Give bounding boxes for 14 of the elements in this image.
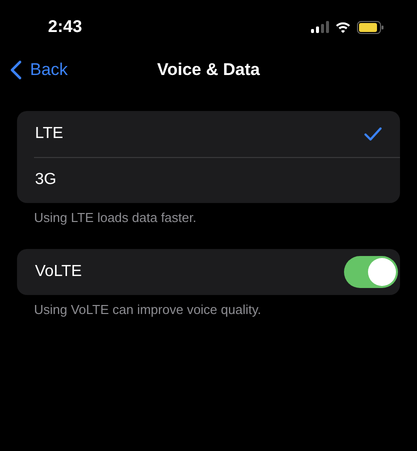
- status-time: 2:43: [48, 17, 82, 37]
- screen-title: Voice & Data: [157, 60, 260, 80]
- network-option[interactable]: 3G: [17, 157, 400, 203]
- battery-icon: [357, 20, 384, 34]
- volte-label: VoLTE: [35, 263, 82, 281]
- back-button[interactable]: Back: [0, 60, 68, 80]
- footer-note: Using VoLTE can improve voice quality.: [34, 302, 262, 317]
- network-option[interactable]: LTE: [17, 111, 400, 157]
- checkmark-icon: [364, 127, 382, 141]
- wifi-icon: [335, 21, 351, 33]
- volte-toggle[interactable]: [344, 256, 398, 288]
- chevron-left-icon: [10, 60, 22, 80]
- signal-icon: [311, 21, 329, 33]
- footer-note: Using LTE loads data faster.: [34, 210, 198, 225]
